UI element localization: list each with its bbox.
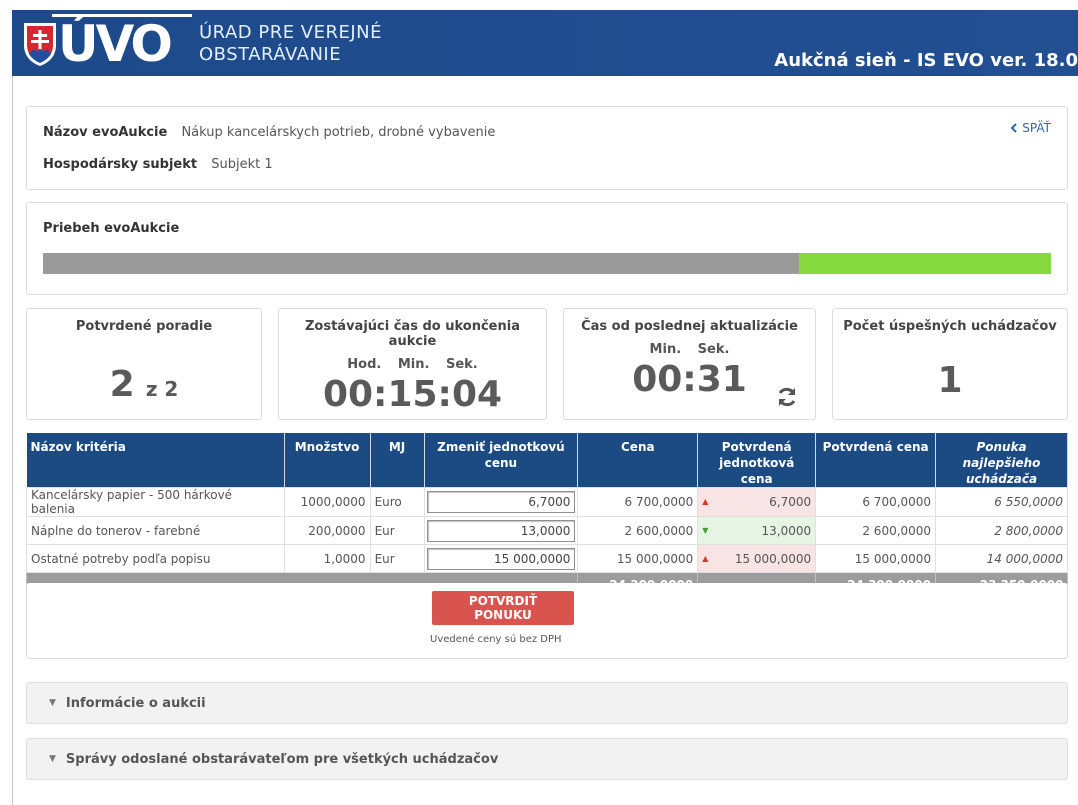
col-header-confirmed-unit-price: Potvrdená jednotková cena [697,433,817,488]
table-row: Náplne do tonerov - farebné 200,0000 Eur… [26,516,1068,545]
confirmed-unit-price: 15 000,0000 [734,551,812,566]
confirmed-price: 6 700,0000 [815,487,937,517]
trend-up-icon: ▲ [702,497,709,506]
table-row: Ostatné potreby podľa popisu 1,0000 Eur … [26,544,1068,573]
confirmed-unit-price-cell: ▲ 6,7000 [697,487,817,517]
trend-up-icon: ▲ [702,553,709,563]
vat-note: Uvedené ceny sú bez DPH [430,634,562,645]
rank-value: 2 [109,364,135,405]
organization-name-line1: ÚRAD PRE VEREJNÉ [199,22,383,43]
unit-price-cell [423,544,579,573]
since-update-card: Čas od poslednej aktualizácie Min. Sek. … [563,308,816,420]
successful-bidders-value: 1 [937,360,963,401]
remaining-time-title: Zostávajúci čas do ukončenia aukcie [305,319,520,349]
col-header-change-price: Zmeniť jednotkovú cenu [424,433,579,488]
confirmed-unit-price-cell: ▲ 15 000,0000 [697,544,817,573]
back-link[interactable]: SPÄŤ [1010,121,1051,135]
best-offer: 14 000,0000 [935,544,1068,573]
app-title: Aukčná sieň - IS EVO ver. 18.0 [774,50,1078,71]
remaining-time-card: Zostávajúci čas do ukončenia aukcie Hod.… [278,308,547,420]
confirmed-unit-price: 13,0000 [761,523,812,538]
remaining-time-value: 00:15:04 [322,374,503,415]
confirm-offer-button[interactable]: POTVRDIŤ PONUKU [432,591,574,625]
progress-fill [799,253,1051,274]
unit-price-input[interactable] [426,519,576,542]
organization-name: ÚRAD PRE VEREJNÉ OBSTARÁVANIE [199,22,382,66]
table-header-row: Názov kritéria Množstvo MJ Zmeniť jednot… [26,433,1068,488]
col-header-best-offer: Ponuka najlepšieho uchádzača [935,433,1068,488]
col-header-confirmed-price: Potvrdená cena [815,433,937,488]
unit: Eur [369,544,425,573]
rank-of-text: z 2 [145,377,179,401]
col-header-price: Cena [577,433,699,488]
successful-bidders-title: Počet úspešných uchádzačov [843,319,1057,334]
auction-name-row: Názov evoAukcie Nákup kancelárskych potr… [43,125,495,140]
caret-down-icon: ▼ [49,754,56,764]
auction-progress-panel: Priebeh evoAukcie [26,202,1068,295]
confirmed-price: 15 000,0000 [815,544,937,573]
confirm-panel: POTVRDIŤ PONUKU Uvedené ceny sú bez DPH [26,583,1068,659]
price: 2 600,0000 [577,516,699,545]
auction-name-label: Názov evoAukcie [43,125,168,140]
subject-label: Hospodársky subjekt [43,157,198,172]
rank-value-group: 2 z 2 [27,364,261,405]
subject-row: Hospodársky subjekt Subjekt 1 [43,157,273,172]
confirmed-unit-price: 6,7000 [769,495,812,509]
col-header-name: Názov kritéria [26,433,285,488]
best-offer: 2 800,0000 [935,516,1068,545]
remaining-time-units: Hod. Min. Sek. [347,357,478,372]
slovak-coat-of-arms-icon [24,23,56,66]
best-offer: 6 550,0000 [935,487,1068,517]
subject-value: Subjekt 1 [211,157,273,172]
auction-info-accordion-label: Informácie o aukcii [65,695,206,711]
criteria-table: Názov kritéria Množstvo MJ Zmeniť jednot… [25,433,1068,598]
unit-price-cell [423,516,579,545]
caret-down-icon: ▼ [49,698,56,708]
trend-down-icon: ▼ [702,525,709,535]
auction-info-panel: Názov evoAukcie Nákup kancelárskych potr… [26,106,1068,190]
organization-name-line2: OBSTARÁVANIE [199,44,342,65]
quantity: 1000,0000 [283,487,371,517]
price: 15 000,0000 [577,544,699,573]
rank-title: Potvrdené poradie [75,319,213,334]
unit-price-input[interactable] [426,547,576,570]
confirmed-unit-price-cell: ▼ 13,0000 [697,516,817,545]
messages-accordion-label: Správy odoslané obstarávateľom pre všetk… [65,751,499,767]
chevron-left-icon [1010,123,1018,133]
app-header: ÚVO ÚRAD PRE VEREJNÉ OBSTARÁVANIE Aukčná… [12,10,1078,76]
logo-uvo: ÚVO [58,15,173,73]
unit: Euro [369,487,425,517]
unit: Eur [369,516,425,545]
since-update-title: Čas od poslednej aktualizácie [581,319,798,334]
criterion-name: Ostatné potreby podľa popisu [26,544,285,573]
auction-name-value: Nákup kancelárskych potrieb, drobné vyba… [181,125,496,140]
progress-title: Priebeh evoAukcie [43,221,180,236]
criterion-name: Kancelársky papier - 500 hárkové balenia [26,487,285,517]
quantity: 200,0000 [283,516,371,545]
progress-bar [43,253,1051,274]
unit-price-cell [423,487,579,517]
successful-bidders-card: Počet úspešných uchádzačov 1 [832,308,1068,420]
auction-info-accordion[interactable]: ▼ Informácie o aukcii [26,682,1068,724]
quantity: 1,0000 [283,544,371,573]
table-row: Kancelársky papier - 500 hárkové balenia… [26,487,1068,517]
col-header-unit: MJ [370,433,425,488]
criterion-name: Náplne do tonerov - farebné [26,516,285,545]
unit-price-input[interactable] [426,491,576,513]
price: 6 700,0000 [577,487,699,517]
confirmed-price: 2 600,0000 [815,516,937,545]
page-left-border [12,76,13,805]
col-header-qty: Množstvo [284,433,371,488]
rank-card: Potvrdené poradie 2 z 2 [26,308,262,420]
refresh-icon[interactable] [775,385,799,409]
messages-accordion[interactable]: ▼ Správy odoslané obstarávateľom pre vše… [26,738,1068,780]
back-link-label: SPÄŤ [1022,121,1051,135]
since-update-units: Min. Sek. [649,342,730,357]
